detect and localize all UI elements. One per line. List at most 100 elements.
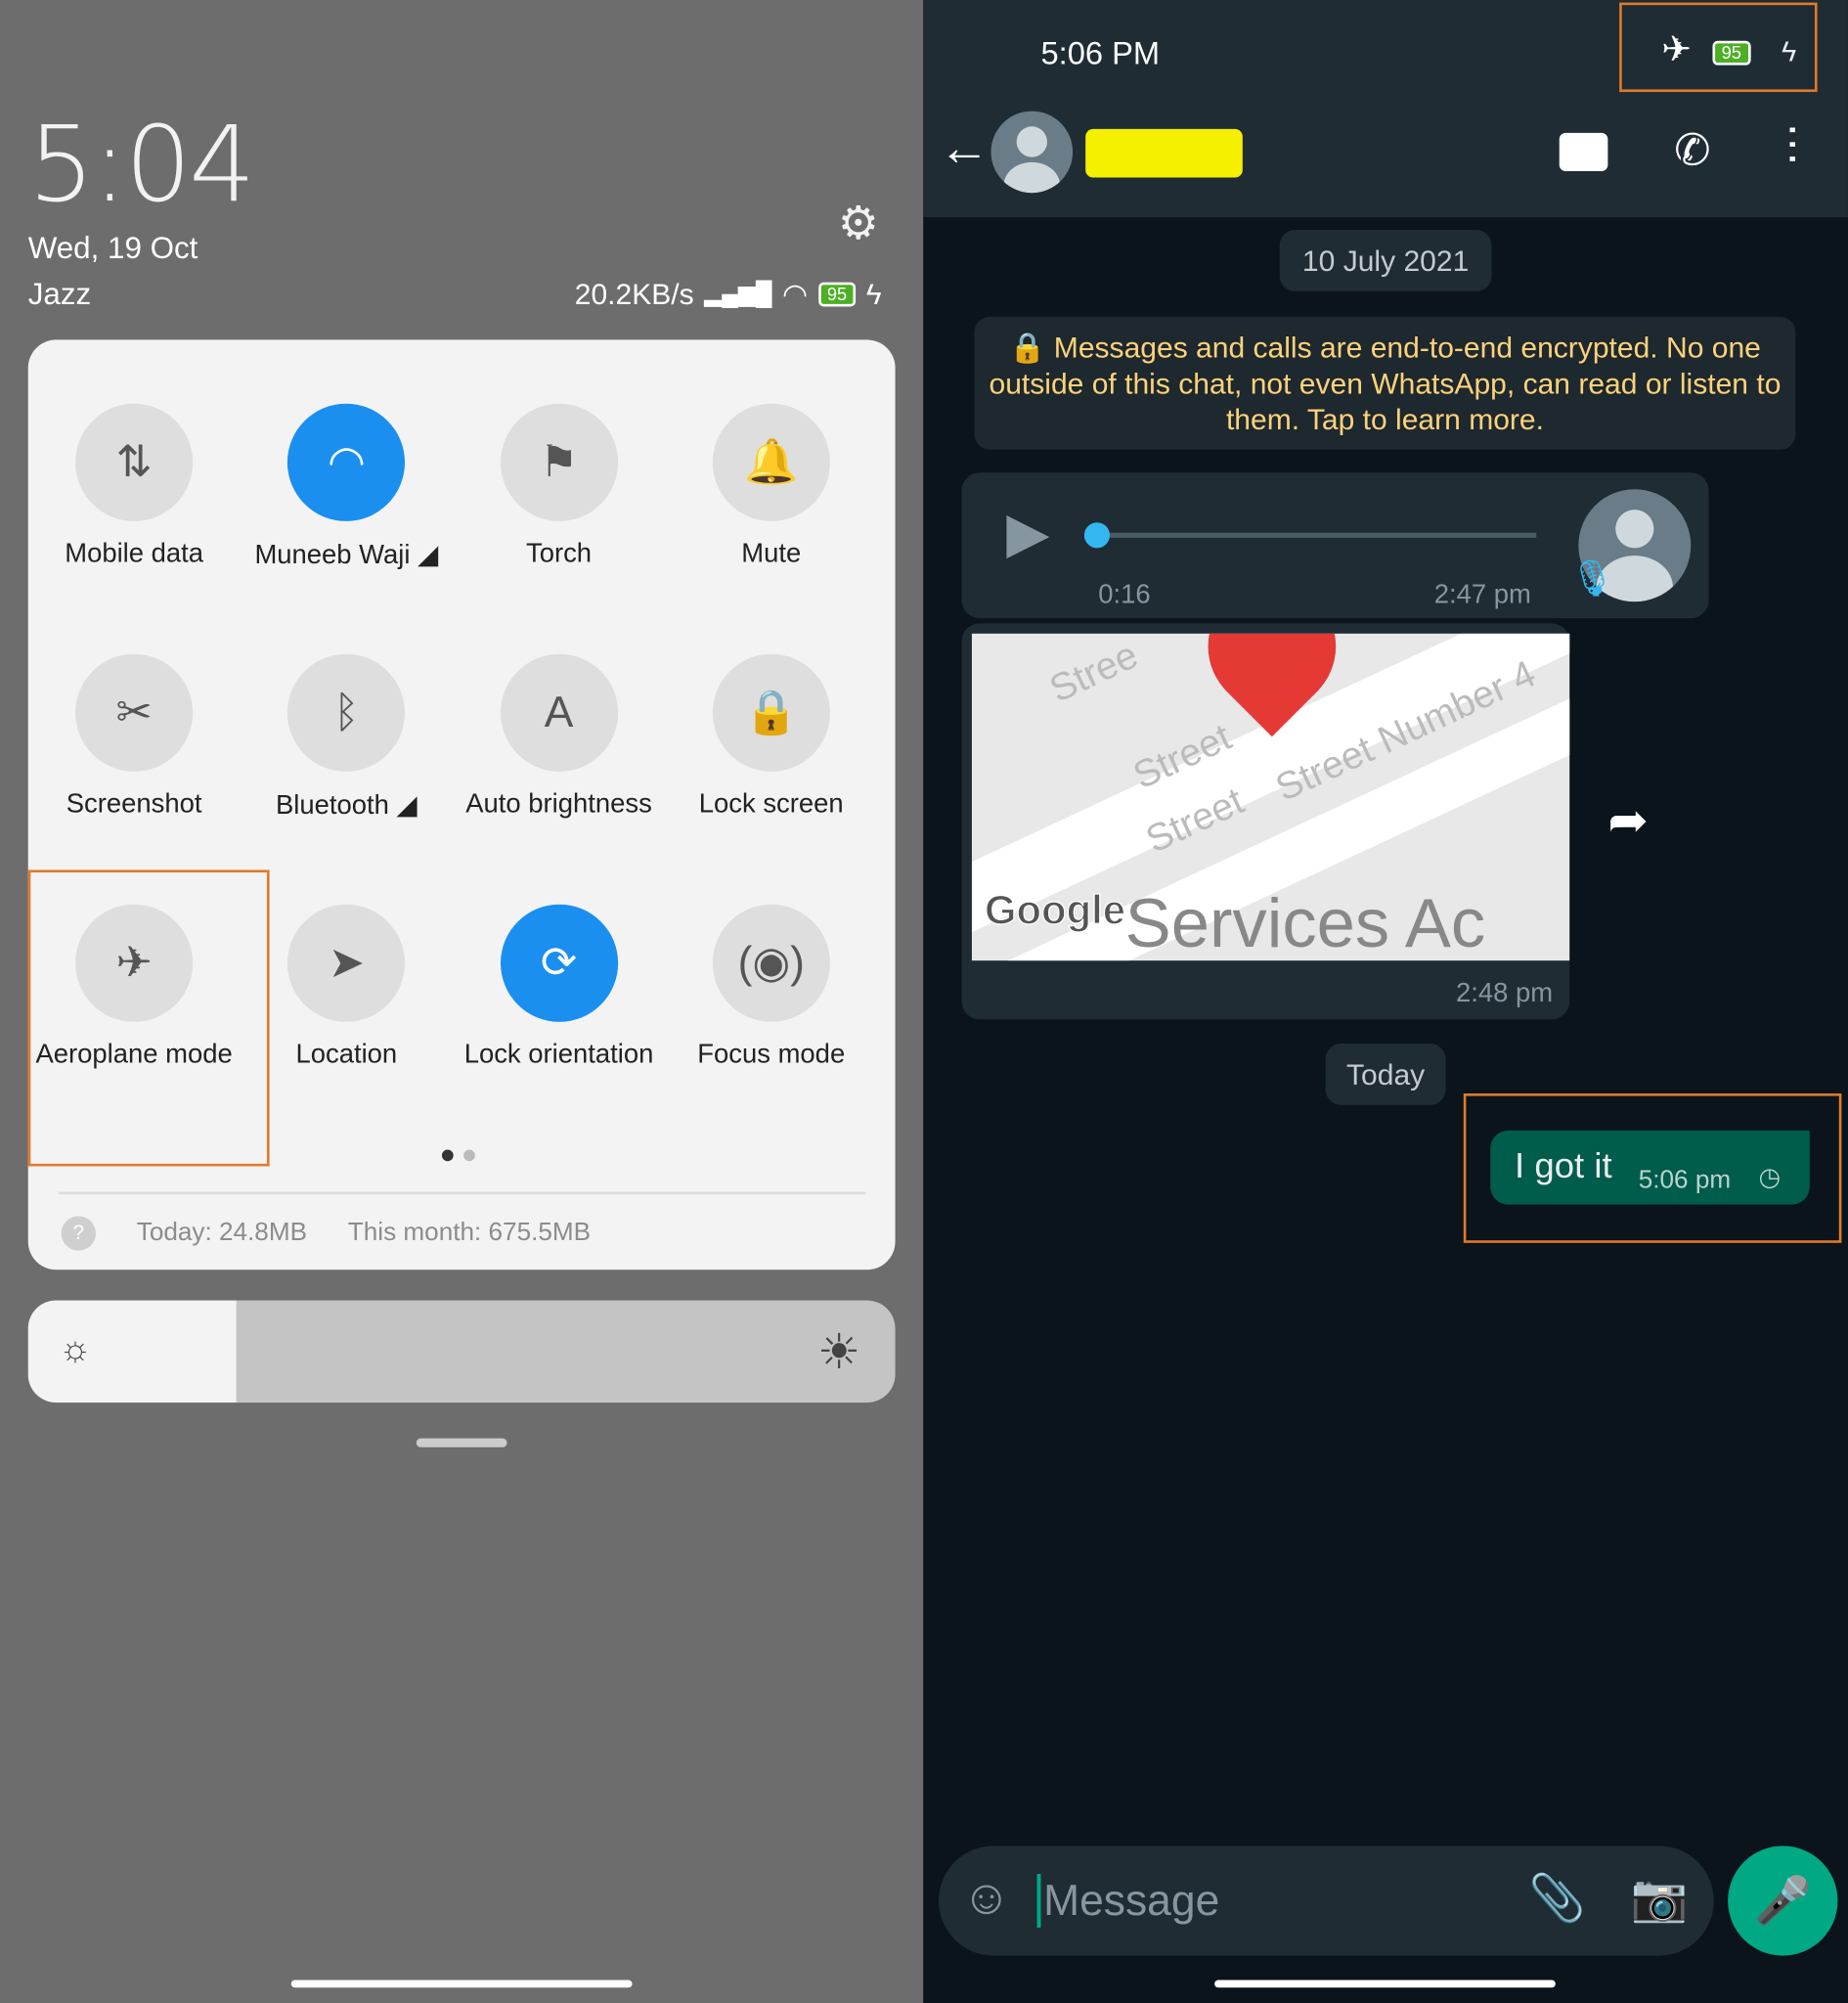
wifi-status-icon: ◠ [782, 277, 809, 311]
bell-icon[interactable]: 🔔 [712, 403, 830, 521]
tile-bluetooth[interactable]: ᛒ Bluetooth ◢ [241, 653, 453, 822]
encryption-notice[interactable]: 🔒 Messages and calls are end-to-end encr… [974, 316, 1796, 450]
battery-icon: 95 [817, 282, 857, 307]
network-speed: 20.2KB/s [574, 277, 694, 311]
whatsapp-chat: 5:06 PM ✈ 95 ϟ ← ✆ ⋯ 10 July 2021 🔒 Mess… [923, 0, 1848, 2003]
today-chip: Today [1325, 1044, 1446, 1105]
lock-icon: 🔒 [1009, 331, 1046, 365]
tile-focus-mode[interactable]: (◉) Focus mode [665, 904, 877, 1071]
mic-icon: 🎙 [1569, 557, 1615, 599]
page-dot-active[interactable] [441, 1149, 454, 1162]
signal-icon: ▂▄▆█ [704, 281, 772, 307]
wifi-icon[interactable]: ◠ [287, 403, 406, 521]
battery-icon: 95 [1712, 40, 1751, 66]
scissors-icon[interactable]: ✂ [75, 653, 194, 772]
outgoing-message[interactable]: I got it 5:06 pm ◷ [1490, 1130, 1810, 1205]
clock: 5:04 [27, 105, 256, 227]
contact-avatar[interactable] [990, 111, 1074, 194]
rotation-lock-icon[interactable]: ⟳ [500, 904, 618, 1022]
settings-gear-icon[interactable]: ⚙ [838, 197, 879, 250]
usage-today: Today: 24.8MB [136, 1219, 308, 1247]
highlight-box [27, 869, 270, 1167]
focus-icon[interactable]: (◉) [712, 904, 830, 1022]
data-arrows-icon[interactable]: ⇅ [75, 403, 194, 521]
message-text: I got it [1515, 1145, 1612, 1186]
voice-duration: 0:16 [1098, 579, 1151, 610]
tile-label: Screenshot [66, 789, 202, 820]
tile-label: Lock screen [698, 789, 844, 820]
bluetooth-icon[interactable]: ᛒ [287, 653, 406, 772]
airplane-status-icon: ✈ [1661, 29, 1692, 69]
auto-brightness-icon[interactable]: A [500, 653, 618, 772]
help-icon[interactable]: ? [61, 1216, 96, 1251]
gesture-bar[interactable] [1214, 1980, 1556, 1988]
contact-name-redacted[interactable] [1085, 128, 1243, 178]
tile-mobile-data[interactable]: ⇅ Mobile data [28, 403, 241, 570]
chat-header: 5:06 PM ✈ 95 ϟ ← ✆ ⋯ [923, 0, 1848, 218]
tile-label: Bluetooth ◢ [276, 790, 418, 821]
voice-time: 2:47 pm [1433, 579, 1531, 610]
carrier: Jazz [27, 277, 92, 312]
tile-torch[interactable]: ⚑ Torch [453, 403, 665, 570]
page-indicator [437, 1144, 480, 1168]
notification-shade: 5:04 Wed, 19 Oct Jazz ⚙ 20.2KB/s ▂▄▆█ ◠ … [0, 0, 924, 2003]
tile-location[interactable]: ➤ Location [241, 904, 453, 1071]
tile-label: Auto brightness [465, 789, 652, 820]
date-chip: 10 July 2021 [1279, 230, 1492, 291]
google-logo: Google [984, 886, 1125, 933]
status-icons: 20.2KB/s ▂▄▆█ ◠ 95 ϟ [575, 277, 882, 311]
voice-call-icon[interactable]: ✆ [1674, 125, 1710, 176]
divider [59, 1191, 866, 1195]
map-preview[interactable]: Stree Street Street Street Number 4 Goog… [971, 633, 1570, 961]
tile-auto-brightness[interactable]: A Auto brightness [453, 653, 665, 821]
message-input[interactable]: Message [1043, 1877, 1219, 1927]
text-cursor [1036, 1874, 1041, 1928]
video-call-icon[interactable] [1559, 132, 1608, 172]
lock-icon[interactable]: 🔒 [712, 653, 830, 772]
encryption-text: Messages and calls are end-to-end encryp… [989, 331, 1782, 436]
back-arrow-icon[interactable]: ← [939, 120, 990, 178]
tile-label: Muneeb Waji ◢ [254, 540, 439, 570]
brightness-slider[interactable]: ☼ ☀ [27, 1300, 896, 1403]
camera-icon[interactable]: 📷 [1631, 1871, 1689, 1925]
forward-icon[interactable]: ➦ [1607, 792, 1649, 850]
voice-progress-knob[interactable] [1083, 522, 1111, 549]
date: Wed, 19 Oct [27, 231, 198, 266]
tile-lock-screen[interactable]: 🔒 Lock screen [665, 653, 877, 821]
tile-label: Location [295, 1040, 398, 1070]
emoji-icon[interactable]: ☺ [961, 1871, 1011, 1926]
charging-icon: ϟ [1782, 35, 1797, 68]
charging-icon: ϟ [865, 277, 882, 311]
message-input-bar[interactable]: ☺ Message 📎 📷 [938, 1846, 1714, 1956]
gesture-bar[interactable] [290, 1980, 633, 1988]
tile-lock-orientation[interactable]: ⟳ Lock orientation [453, 904, 665, 1071]
more-options-icon[interactable]: ⋯ [1769, 122, 1818, 165]
status-time: 5:06 PM [1040, 35, 1161, 72]
tile-label: Mute [741, 539, 802, 569]
tile-muneeb-waji[interactable]: ◠ Muneeb Waji ◢ [241, 403, 453, 571]
street-label: Stree [1043, 634, 1145, 712]
tile-label: Mobile data [65, 539, 204, 569]
data-usage[interactable]: ? Today: 24.8MB This month: 675.5MB [61, 1216, 592, 1251]
voice-message[interactable]: ▶ 0:16 2:47 pm 🎙 [961, 472, 1709, 619]
usage-month: This month: 675.5MB [347, 1219, 592, 1247]
drag-handle[interactable] [416, 1438, 507, 1447]
message-time: 5:06 pm [1638, 1166, 1732, 1195]
attach-icon[interactable]: 📎 [1528, 1871, 1586, 1925]
location-icon[interactable]: ➤ [287, 904, 406, 1022]
tile-label: Focus mode [697, 1040, 846, 1070]
voice-progress-track[interactable] [1089, 532, 1537, 538]
torch-icon[interactable]: ⚑ [500, 403, 618, 521]
location-time: 2:48 pm [1455, 978, 1554, 1008]
play-icon[interactable]: ▶ [1006, 501, 1049, 566]
page-dot[interactable] [463, 1149, 475, 1162]
voice-record-button[interactable]: 🎤 [1728, 1846, 1838, 1956]
pending-clock-icon: ◷ [1758, 1163, 1782, 1192]
brightness-low-icon: ☼ [59, 1328, 92, 1368]
tile-mute[interactable]: 🔔 Mute [665, 403, 877, 570]
tile-label: Torch [525, 539, 593, 569]
tile-screenshot[interactable]: ✂ Screenshot [28, 653, 241, 821]
map-caption: Services Ac [1124, 885, 1486, 961]
brightness-high-icon: ☀ [816, 1325, 861, 1380]
tile-label: Lock orientation [463, 1040, 654, 1070]
